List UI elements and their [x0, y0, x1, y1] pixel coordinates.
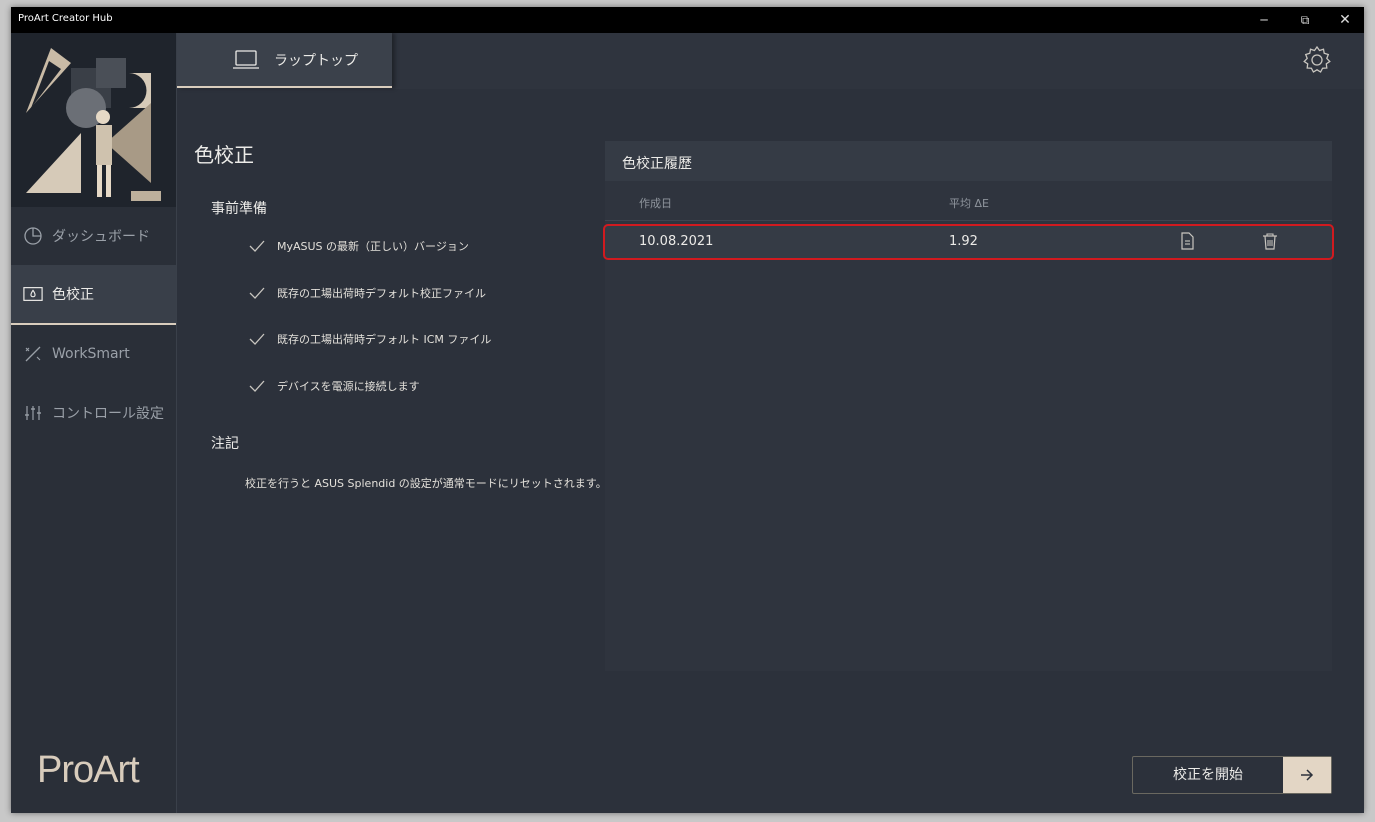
- calibration-history-panel: 色校正履歴 作成日 平均 ΔE 10.08.2021 1.92: [603, 141, 1334, 671]
- prep-item: MyASUS の最新（正しい）バージョン: [249, 238, 469, 254]
- sidebar-item-control-settings[interactable]: コントロール設定: [11, 384, 176, 442]
- device-tab-bar: ラップトップ: [177, 33, 1364, 89]
- row-date: 10.08.2021: [639, 234, 714, 249]
- start-calibration-button[interactable]: 校正を開始: [1132, 756, 1332, 794]
- start-calibration-label: 校正を開始: [1173, 767, 1243, 783]
- preparation-heading: 事前準備: [211, 201, 267, 217]
- document-icon[interactable]: [1178, 232, 1196, 250]
- history-header: 色校正履歴: [605, 141, 1332, 181]
- page-title: 色校正: [194, 143, 254, 167]
- sidebar-item-label: コントロール設定: [52, 406, 164, 422]
- proart-logo: ProArt: [37, 749, 140, 791]
- hero-illustration: [11, 33, 176, 207]
- laptop-icon: [232, 49, 260, 75]
- prep-item: 既存の工場出荷時デフォルト ICM ファイル: [249, 331, 491, 347]
- checkmark-icon: [249, 240, 265, 252]
- close-button[interactable]: ✕: [1325, 7, 1364, 33]
- sidebar-item-label: 色校正: [52, 287, 94, 303]
- table-row[interactable]: 10.08.2021 1.92: [603, 224, 1334, 260]
- divider: [605, 220, 1332, 221]
- prep-item: デバイスを電源に接続します: [249, 378, 420, 394]
- gear-icon[interactable]: [1302, 45, 1332, 75]
- checkmark-icon: [249, 333, 265, 345]
- sidebar-item-worksmart[interactable]: WorkSmart: [11, 325, 176, 383]
- window-title: ProArt Creator Hub: [18, 13, 113, 24]
- maximize-button[interactable]: ⧉: [1285, 7, 1325, 33]
- tab-laptop[interactable]: ラップトップ: [177, 33, 392, 88]
- note-text: 校正を行うと ASUS Splendid の設定が通常モードにリセットされます。: [245, 477, 607, 490]
- note-heading: 注記: [211, 436, 239, 452]
- column-header-date: 作成日: [639, 197, 672, 210]
- sidebar-item-label: ダッシュボード: [52, 229, 150, 245]
- tab-label: ラップトップ: [274, 53, 358, 69]
- calibration-icon: [23, 284, 43, 304]
- sidebar-item-dashboard[interactable]: ダッシュボード: [11, 207, 176, 265]
- sliders-icon: [23, 403, 43, 423]
- checkmark-icon: [249, 380, 265, 392]
- pie-chart-icon: [23, 226, 43, 246]
- minimize-button[interactable]: ─: [1244, 7, 1284, 33]
- checkmark-icon: [249, 287, 265, 299]
- sidebar: ダッシュボード 色校正 WorkSmart コントロール設定 ProArt: [11, 33, 177, 813]
- sidebar-item-color-calibration[interactable]: 色校正: [11, 265, 176, 325]
- trash-icon[interactable]: [1261, 232, 1279, 250]
- title-bar: ProArt Creator Hub ─ ⧉ ✕: [11, 7, 1364, 33]
- sidebar-item-label: WorkSmart: [52, 346, 130, 362]
- column-header-delta-e: 平均 ΔE: [949, 197, 989, 210]
- arrow-right-icon: [1283, 757, 1331, 793]
- prep-item: 既存の工場出荷時デフォルト校正ファイル: [249, 285, 486, 301]
- app-window: ProArt Creator Hub ─ ⧉ ✕ ダッシュボード 色校正 Wor…: [11, 7, 1364, 813]
- magic-wand-icon: [23, 344, 43, 364]
- history-title: 色校正履歴: [622, 156, 692, 172]
- row-delta-e: 1.92: [949, 234, 978, 249]
